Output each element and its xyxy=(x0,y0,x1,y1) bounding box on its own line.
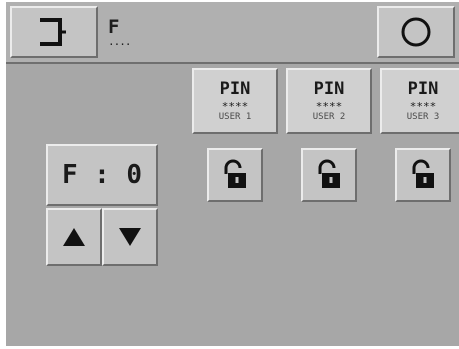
decrement-button[interactable] xyxy=(102,208,158,266)
screen-title: F .... xyxy=(108,10,131,54)
f-value-display: F : 0 xyxy=(46,144,158,206)
f-label: F xyxy=(62,160,78,190)
pin-card-user-2[interactable]: PIN **** USER 2 xyxy=(286,68,372,134)
triangle-down-icon xyxy=(119,228,141,246)
pin-card-user-3[interactable]: PIN **** USER 3 xyxy=(380,68,459,134)
pin-mask: **** xyxy=(221,99,249,113)
pin-card-user-1[interactable]: PIN **** USER 1 xyxy=(192,68,278,134)
lock-button-user-1[interactable] xyxy=(207,148,263,202)
f-value: 0 xyxy=(126,160,142,190)
title-dots: .... xyxy=(108,35,131,48)
top-bar: F .... xyxy=(6,2,459,64)
title-text: F xyxy=(108,16,119,38)
increment-button[interactable] xyxy=(46,208,102,266)
circle-icon xyxy=(401,17,431,47)
pin-label: PIN xyxy=(313,78,345,99)
lock-button-user-2[interactable] xyxy=(301,148,357,202)
lock-button-user-3[interactable] xyxy=(395,148,451,202)
pin-user-label: USER 2 xyxy=(312,111,346,122)
unlocked-padlock-icon xyxy=(224,159,246,188)
back-button[interactable] xyxy=(10,6,98,58)
unlocked-padlock-icon xyxy=(318,159,340,188)
pin-label: PIN xyxy=(407,78,439,99)
exit-bracket-icon xyxy=(40,18,66,46)
pin-mask: **** xyxy=(315,99,343,113)
pin-user-label: USER 1 xyxy=(218,111,252,122)
pin-user-label: USER 3 xyxy=(406,111,440,122)
device-screen: F .... PIN **** USER 1 PIN **** USER 2 P… xyxy=(6,2,459,346)
triangle-up-icon xyxy=(63,228,85,246)
f-separator: : xyxy=(94,160,110,190)
pin-label: PIN xyxy=(219,78,251,99)
unlocked-padlock-icon xyxy=(412,159,434,188)
home-button[interactable] xyxy=(377,6,455,58)
pin-mask: **** xyxy=(409,99,437,113)
